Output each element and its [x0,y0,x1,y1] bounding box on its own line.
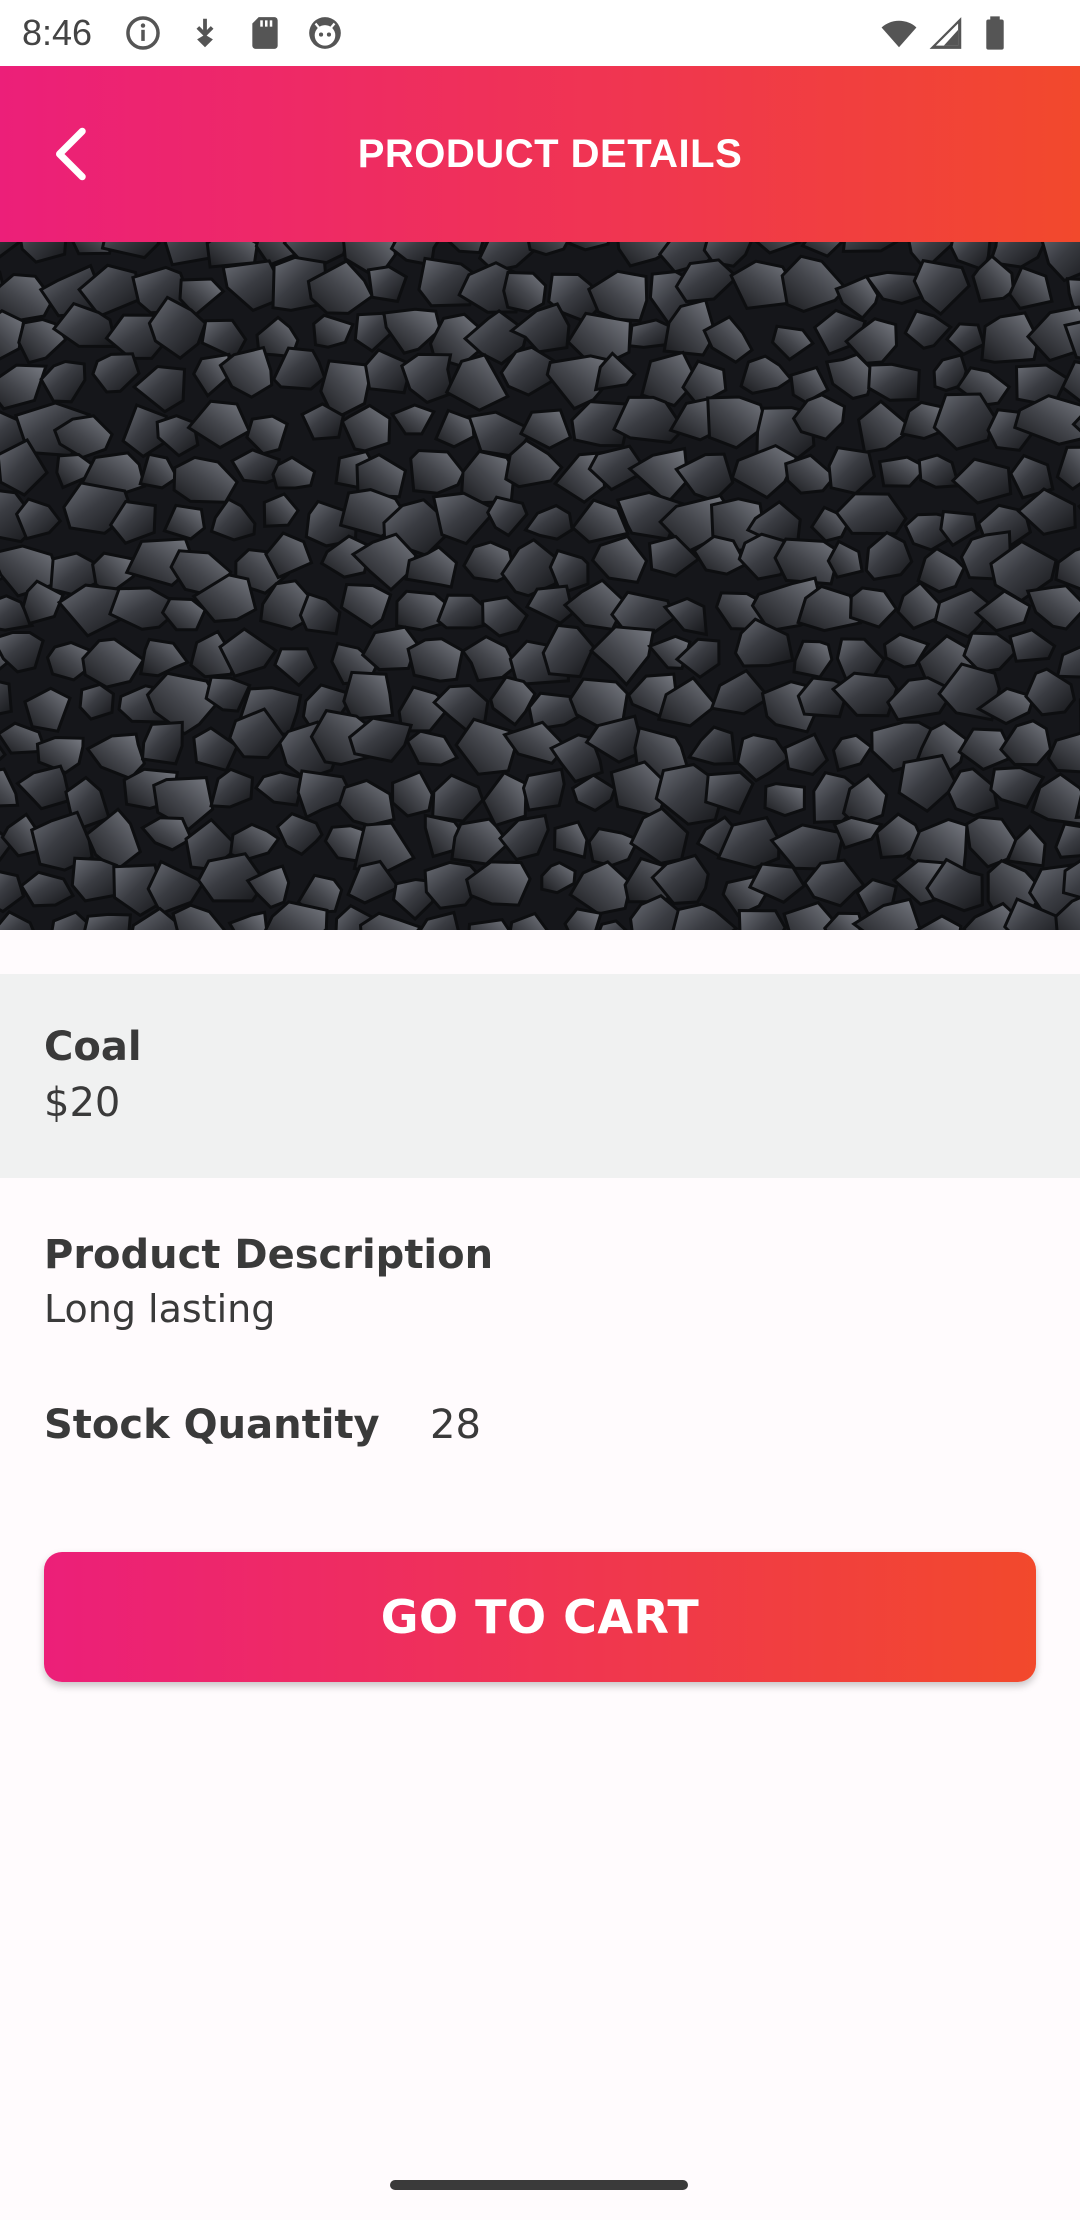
coal-lump [395,589,447,632]
coal-lump [366,265,409,304]
info-icon [124,14,162,52]
status-time: 8:46 [22,12,93,53]
coal-lump [83,912,133,930]
download-icon [186,14,224,52]
sd-card-icon [246,14,284,52]
go-to-cart-button[interactable]: GO TO CART [44,1552,1036,1682]
coal-lump [0,680,13,716]
app-bar: PRODUCT DETAILS [0,66,1080,242]
coal-lump [521,767,566,812]
coal-photo [0,242,1080,930]
battery-icon [976,14,1014,52]
android-face-icon [306,14,344,52]
page-title: PRODUCT DETAILS [357,132,743,176]
coal-lump [552,820,589,860]
description-heading: Product Description [44,1232,494,1278]
status-bar: 8:46 [0,0,1080,66]
coal-lump [548,548,590,593]
stock-quantity-value: 28 [430,1402,481,1448]
coal-lump [737,908,787,930]
stock-quantity-label: Stock Quantity [44,1402,380,1448]
coal-lump [342,670,395,721]
coal-lump [502,270,548,314]
description-text: Long lasting [44,1287,276,1331]
product-price: $20 [44,1080,121,1126]
product-image [0,242,1080,930]
coal-lump [140,720,184,766]
product-name: Coal [44,1024,142,1070]
coal-lump [78,682,115,721]
coal-lump [763,782,806,818]
product-summary-card: Coal $20 [0,974,1080,1178]
wifi-icon [880,14,918,52]
go-to-cart-label: GO TO CART [380,1590,700,1644]
coal-lump [406,637,465,683]
signal-icon [928,14,966,52]
gesture-nav-handle[interactable] [390,2180,688,2190]
